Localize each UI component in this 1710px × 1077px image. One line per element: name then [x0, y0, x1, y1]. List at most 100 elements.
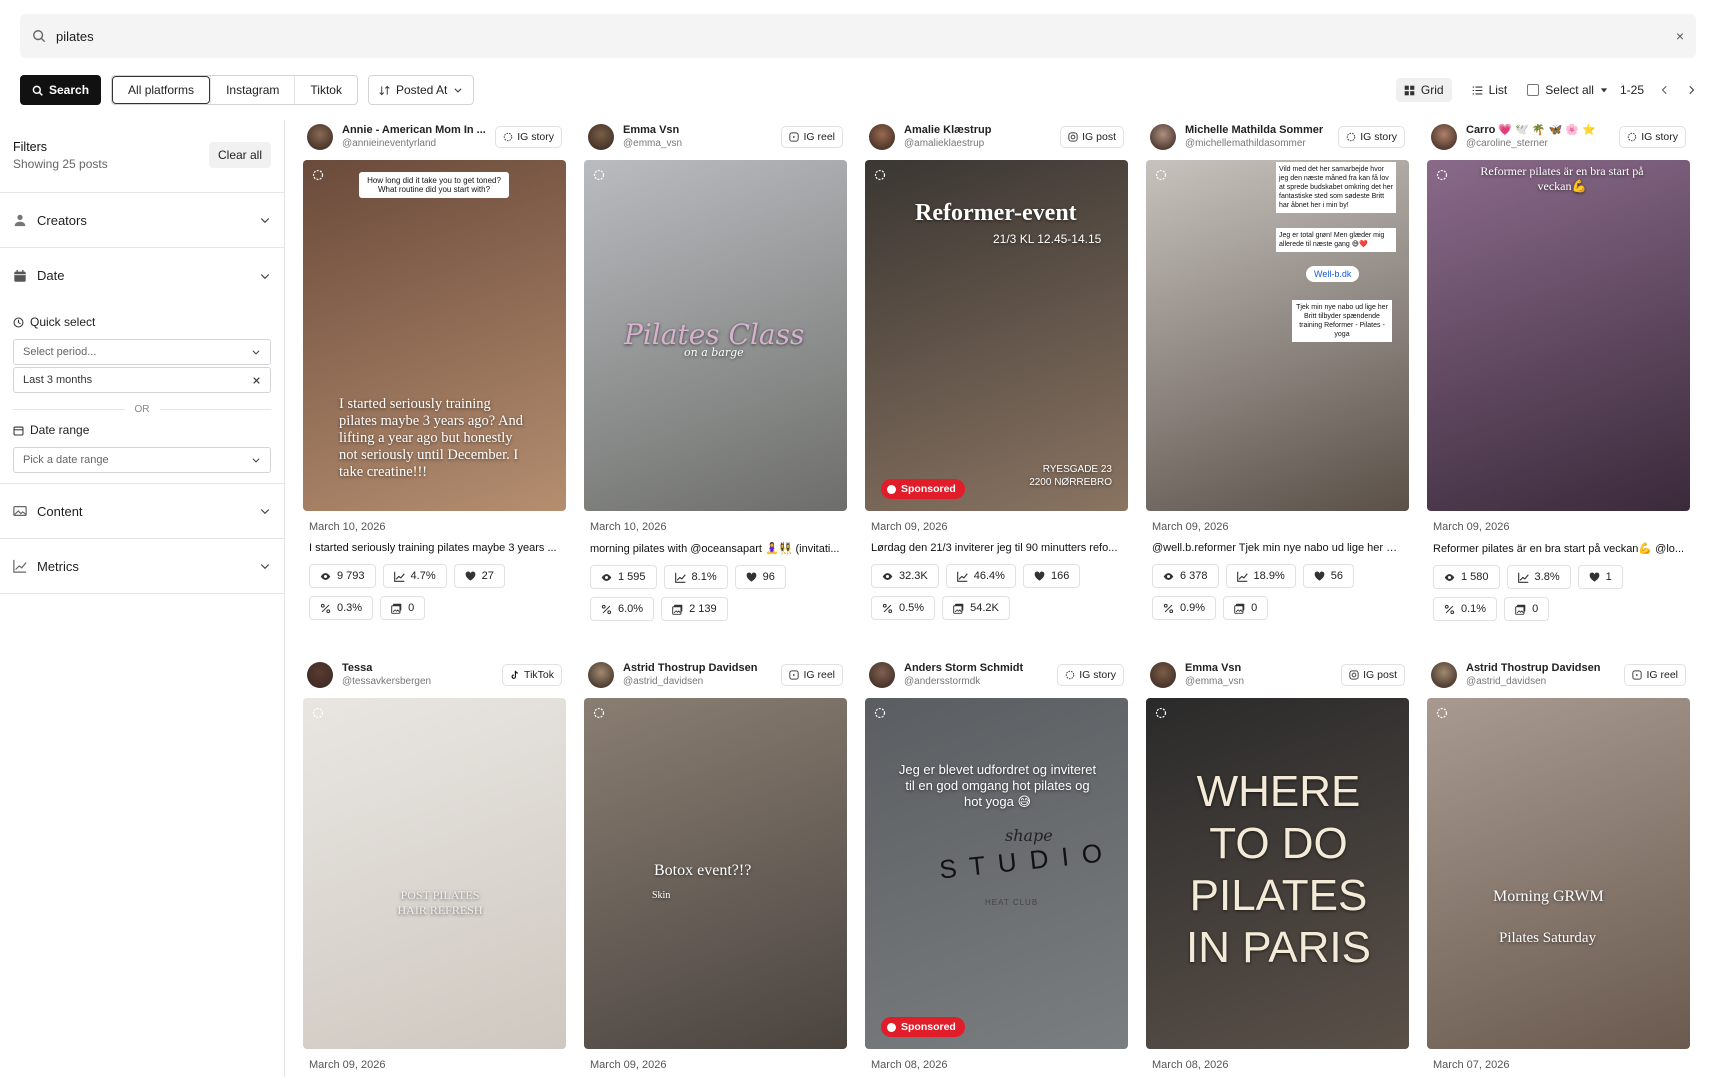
metric-value: 9 793: [337, 570, 365, 582]
creator-handle: @caroline_sterner: [1466, 138, 1548, 149]
platform-instagram[interactable]: Instagram: [210, 76, 294, 104]
avatar[interactable]: [1431, 124, 1457, 150]
search-button[interactable]: Search: [20, 75, 102, 105]
platform-all[interactable]: All platforms: [112, 76, 211, 104]
post-overlay-subtext: Skin: [652, 890, 671, 901]
metric-value: 4.7%: [410, 570, 436, 582]
select-all-checkbox[interactable]: [1527, 84, 1540, 96]
metrics-accordion[interactable]: Metrics: [0, 539, 284, 594]
post-overlay-caption: Tjek min nye nabo ud lige her Britt tilb…: [1292, 300, 1392, 342]
metric-saves: 0: [1504, 597, 1550, 621]
post-thumbnail[interactable]: Reformer-event 21/3 KL 12.45-14.15 RYESGAD…: [865, 160, 1128, 511]
metric-pct: 0.3%: [309, 596, 374, 620]
date-accordion[interactable]: Date: [0, 248, 284, 303]
eye-icon: [320, 572, 331, 580]
post-card[interactable]: Emma Vsn @emma_vsn IG reel Pilates Class on …: [584, 122, 847, 621]
post-overlay-text: Morning GRWM: [1493, 888, 1604, 905]
post-card[interactable]: Carro 💗 🕊️ 🌴 🦋 🌸 ⭐ @caroline_sterner IG st…: [1427, 122, 1690, 621]
post-overlay-text: Reformer pilates är en bra start på veck…: [1480, 164, 1644, 193]
search-bar[interactable]: pilates ×: [20, 14, 1696, 58]
avatar[interactable]: [1150, 124, 1176, 150]
avatar[interactable]: [1431, 662, 1457, 688]
post-card[interactable]: Astrid Thostrup Davidsen @astrid_davidsen…: [1427, 660, 1690, 1071]
story-icon: [503, 132, 513, 142]
post-card[interactable]: Amalie Klæstrup @amalieklaestrup IG post Re…: [865, 122, 1128, 620]
close-icon[interactable]: [252, 376, 261, 385]
creator-handle: @astrid_davidsen: [1466, 676, 1547, 687]
grid-view-button[interactable]: Grid: [1395, 78, 1452, 102]
metric-views: 9 793: [309, 564, 376, 588]
list-label: List: [1488, 83, 1508, 97]
post-thumbnail[interactable]: Jeg er blevet udfordret og inviteret til…: [865, 698, 1128, 1049]
post-card[interactable]: Anders Storm Schmidt @andersstormdk IG sto…: [865, 660, 1128, 1071]
avatar[interactable]: [588, 124, 614, 150]
post-thumbnail[interactable]: Pilates Class on a barge: [584, 160, 847, 511]
creators-accordion[interactable]: Creators: [0, 193, 284, 248]
post-card[interactable]: Astrid Thostrup Davidsen @astrid_davidsen…: [584, 660, 847, 1071]
creator-name[interactable]: Annie - American Mom In ...: [342, 124, 512, 137]
select-all[interactable]: Select all: [1527, 83, 1608, 97]
avatar[interactable]: [1150, 662, 1176, 688]
sponsored-badge: Sponsored: [881, 1017, 965, 1037]
post-thumbnail[interactable]: Botox event?!? Skin: [584, 698, 847, 1049]
media-type-icon: [312, 169, 324, 181]
creator-name[interactable]: Tessa: [342, 662, 512, 675]
post-header: Astrid Thostrup Davidsen @astrid_davidsen…: [584, 660, 847, 690]
creator-name[interactable]: Anders Storm Schmidt: [904, 662, 1074, 675]
post-metrics: 6 378 18.9% 56 0.9% 0: [1152, 564, 1410, 620]
chevron-down-icon: [260, 564, 270, 570]
avatar[interactable]: [307, 124, 333, 150]
creator-name[interactable]: Amalie Klæstrup: [904, 124, 1074, 137]
creator-name[interactable]: Michelle Mathilda Sommer: [1185, 124, 1355, 137]
chevron-right-icon[interactable]: [1686, 85, 1696, 95]
platform-tiktok[interactable]: Tiktok: [294, 76, 357, 104]
creator-name[interactable]: Astrid Thostrup Davidsen: [1466, 662, 1636, 675]
filters-sidebar: Filters Showing 25 posts Clear all Creat…: [0, 120, 285, 1077]
post-card[interactable]: Tessa @tessavkersbergen TikTok POST PILATES…: [303, 660, 566, 1071]
post-thumbnail[interactable]: Morning GRWM Pilates Saturday: [1427, 698, 1690, 1049]
heart-icon: [1314, 571, 1325, 581]
eye-icon: [1163, 572, 1174, 580]
percent-icon: [320, 603, 331, 613]
post-thumbnail[interactable]: How long did it take you to get toned? W…: [303, 160, 566, 511]
caret-down-icon[interactable]: [1600, 86, 1608, 94]
post-type-label: IG story: [1079, 669, 1116, 681]
post-header: Astrid Thostrup Davidsen @astrid_davidsen…: [1427, 660, 1690, 690]
instagram-icon: [1068, 132, 1078, 142]
date-range-label: Date range: [30, 423, 90, 437]
avatar[interactable]: [588, 662, 614, 688]
clear-search-icon[interactable]: ×: [1676, 28, 1684, 44]
post-card[interactable]: Michelle Mathilda Sommer @michellemathild…: [1146, 122, 1409, 620]
clear-all-button[interactable]: Clear all: [208, 142, 271, 168]
post-thumbnail[interactable]: POST PILATES HAIR REFRESH: [303, 698, 566, 1049]
avatar[interactable]: [869, 662, 895, 688]
search-input[interactable]: pilates: [56, 29, 1676, 44]
engagement-chart-icon: [393, 571, 405, 582]
creator-name[interactable]: Emma Vsn: [623, 124, 793, 137]
post-header: Amalie Klæstrup @amalieklaestrup IG post: [865, 122, 1128, 152]
post-card[interactable]: Emma Vsn @emma_vsn IG post WHERE TO DO PILA…: [1146, 660, 1409, 1071]
avatar[interactable]: [869, 124, 895, 150]
date-range-picker[interactable]: Pick a date range: [13, 447, 271, 473]
avatar[interactable]: [307, 662, 333, 688]
post-thumbnail[interactable]: Reformer pilates är en bra start på veck…: [1427, 160, 1690, 511]
creator-name[interactable]: Emma Vsn: [1185, 662, 1355, 675]
post-thumbnail[interactable]: Vild med det her samarbejde hvor jeg den…: [1146, 160, 1409, 511]
post-thumbnail[interactable]: WHERE TO DO PILATES IN PARIS: [1146, 698, 1409, 1049]
creator-name[interactable]: Carro 💗 🕊️ 🌴 🦋 🌸 ⭐: [1466, 124, 1636, 137]
post-overlay-subtext: Pilates Saturday: [1499, 930, 1597, 946]
metric-views: 32.3K: [871, 564, 939, 588]
creator-name[interactable]: Astrid Thostrup Davidsen: [623, 662, 793, 675]
sort-dropdown[interactable]: Posted At: [367, 75, 475, 105]
post-card[interactable]: Annie - American Mom In ... @annieinevent…: [303, 122, 566, 620]
period-select[interactable]: Select period...: [13, 339, 271, 365]
list-view-button[interactable]: List: [1464, 78, 1516, 102]
content-accordion[interactable]: Content: [0, 484, 284, 539]
instagram-icon: [1349, 670, 1359, 680]
link-sticker[interactable]: Well-b.dk: [1306, 266, 1360, 282]
post-overlay-text: Botox event?!?: [654, 862, 752, 879]
chevron-left-icon[interactable]: [1660, 85, 1670, 95]
metric-value: 2 139: [689, 603, 717, 615]
post-overlay-text: Vild med det her samarbejde hvor jeg den…: [1276, 162, 1396, 213]
metric-value: 1 580: [1461, 571, 1489, 583]
